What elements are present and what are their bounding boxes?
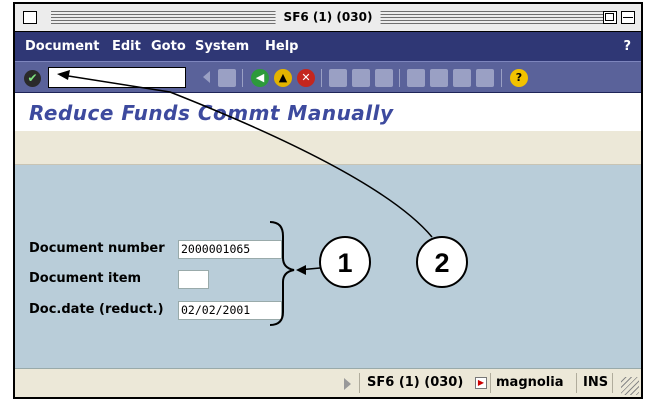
- application-toolbar: [15, 131, 641, 165]
- first-page-icon[interactable]: [407, 69, 425, 87]
- status-bar: SF6 (1) (030) ▶ magnolia INS: [15, 368, 641, 397]
- form-area: Document number 2000001065 Document item…: [15, 165, 641, 370]
- status-system: SF6 (1) (030): [367, 375, 464, 390]
- doc-date-label: Doc.date (reduct.): [29, 302, 164, 317]
- save-icon[interactable]: [218, 69, 236, 87]
- toolbar-separator: [321, 69, 322, 87]
- doc-date-field[interactable]: 02/02/2001: [178, 301, 282, 320]
- exit-icon[interactable]: ▲: [274, 69, 292, 87]
- print-icon[interactable]: [329, 69, 347, 87]
- document-item-label: Document item: [29, 271, 142, 286]
- previous-page-icon[interactable]: [430, 69, 448, 87]
- status-separator: [490, 373, 491, 393]
- toolbar-separator: [242, 69, 243, 87]
- status-separator: [576, 373, 577, 393]
- collapse-box-icon[interactable]: [621, 11, 635, 24]
- status-separator: [612, 373, 613, 393]
- menu-goto[interactable]: Goto: [151, 39, 186, 54]
- check-icon[interactable]: ✔: [24, 70, 41, 87]
- status-separator: [359, 373, 360, 393]
- close-box-icon[interactable]: [23, 11, 37, 24]
- screen-header: Reduce Funds Commt Manually: [15, 93, 641, 131]
- toolbar-separator: [399, 69, 400, 87]
- status-mode: INS: [583, 375, 609, 390]
- document-number-field[interactable]: 2000001065: [178, 240, 282, 259]
- resize-grip-icon[interactable]: [621, 377, 639, 395]
- command-field[interactable]: [48, 67, 186, 88]
- menu-edit[interactable]: Edit: [112, 39, 141, 54]
- title-bar: SF6 (1) (030): [15, 4, 641, 32]
- document-item-field[interactable]: [178, 270, 209, 289]
- next-page-icon[interactable]: [453, 69, 471, 87]
- page-title: Reduce Funds Commt Manually: [29, 101, 394, 125]
- status-expand-icon[interactable]: [344, 378, 351, 390]
- find-icon[interactable]: [352, 69, 370, 87]
- menu-help[interactable]: Help: [265, 39, 298, 54]
- cancel-icon[interactable]: ✕: [297, 69, 315, 87]
- status-server: magnolia: [496, 375, 564, 390]
- help-question-mark[interactable]: ?: [623, 39, 631, 54]
- standard-toolbar: ✔ ◀ ▲ ✕ ?: [15, 61, 641, 93]
- back-icon[interactable]: ◀: [251, 69, 269, 87]
- window-title: SF6 (1) (030): [275, 8, 381, 26]
- last-page-icon[interactable]: [476, 69, 494, 87]
- menu-system[interactable]: System: [195, 39, 249, 54]
- menu-bar: Document Edit Goto System Help ?: [15, 32, 641, 61]
- menu-document[interactable]: Document: [25, 39, 100, 54]
- back-arrow-icon[interactable]: [203, 71, 210, 83]
- document-number-label: Document number: [29, 241, 165, 256]
- zoom-box-icon[interactable]: [603, 11, 617, 24]
- server-icon[interactable]: ▶: [475, 377, 487, 389]
- help-icon[interactable]: ?: [510, 69, 528, 87]
- sap-window: SF6 (1) (030) Document Edit Goto System …: [13, 2, 643, 399]
- find-next-icon[interactable]: [375, 69, 393, 87]
- toolbar-separator: [501, 69, 502, 87]
